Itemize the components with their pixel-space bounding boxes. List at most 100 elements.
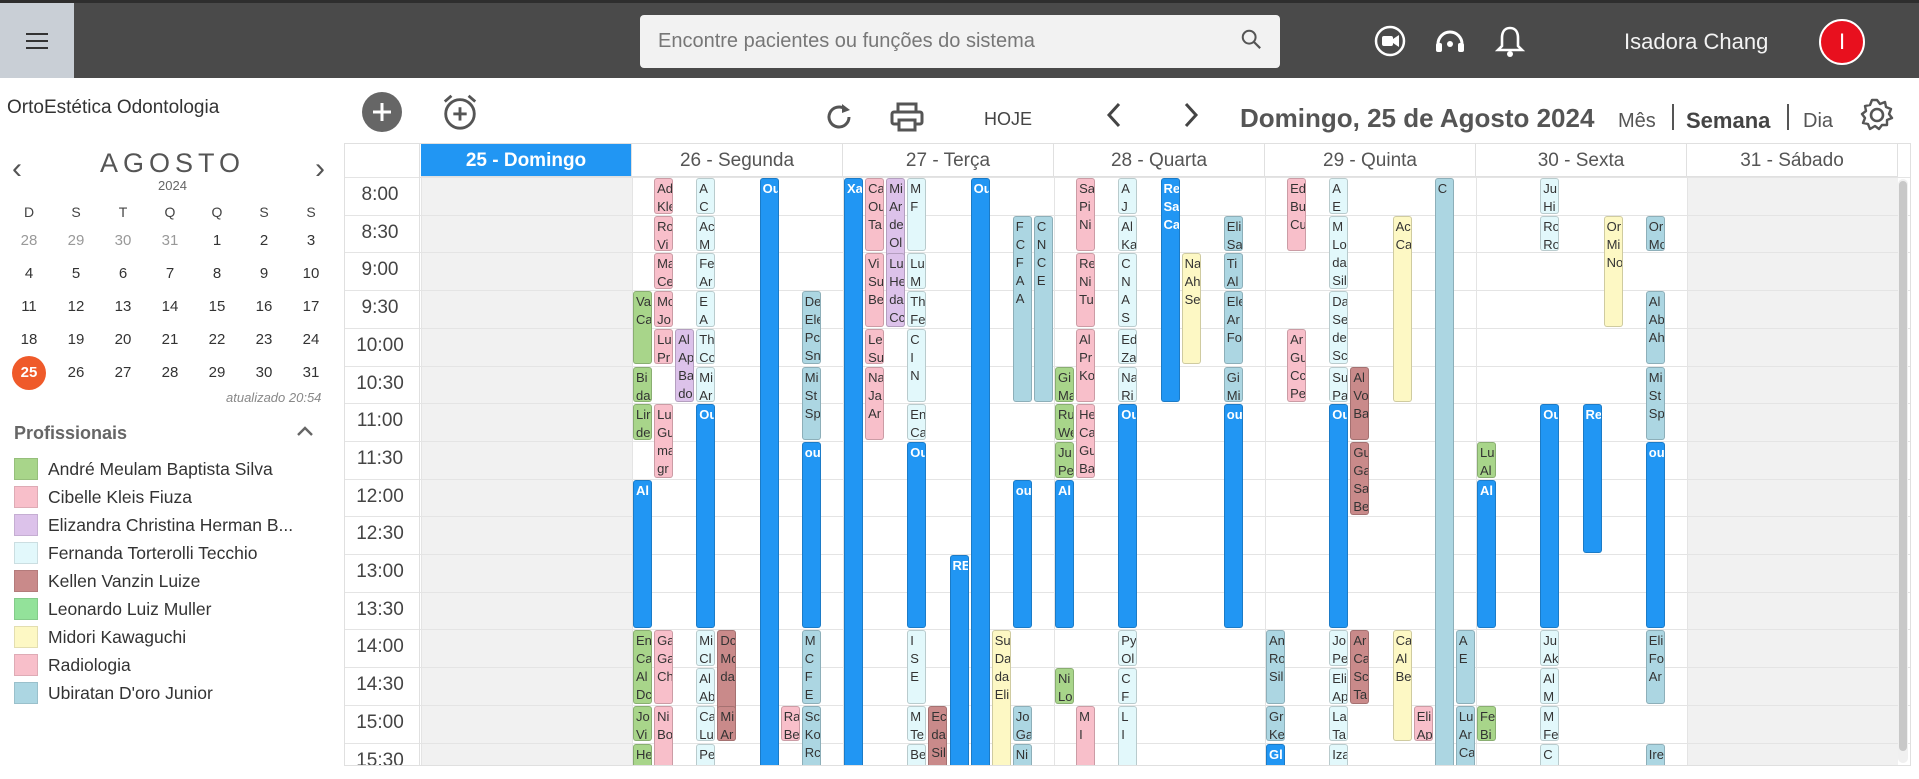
- professional-legend-item[interactable]: Ubiratan D'oro Junior: [14, 682, 322, 704]
- appointment-block[interactable]: RE: [949, 555, 969, 765]
- appointment-block[interactable]: Pe de: [696, 743, 716, 765]
- mini-calendar-day[interactable]: 26: [61, 364, 91, 381]
- appointment-block[interactable]: A E: [1455, 630, 1475, 704]
- appointment-block[interactable]: Fe Bi: [1477, 705, 1497, 742]
- appointment-block[interactable]: Eli Sa: [1223, 215, 1243, 252]
- print-icon[interactable]: [890, 100, 924, 134]
- appointment-block[interactable]: Al Ab: [696, 668, 716, 704]
- appointment-block[interactable]: Ou: [1118, 404, 1138, 629]
- mini-calendar-day[interactable]: 30: [108, 232, 138, 249]
- appointment-block[interactable]: Sa Pi Ni: [1076, 178, 1096, 252]
- professional-legend-item[interactable]: André Meulam Baptista Silva: [14, 458, 322, 480]
- mini-calendar-day[interactable]: 17: [296, 298, 326, 315]
- appointment-block[interactable]: De Ele Pc Sn: [801, 291, 821, 365]
- professional-legend-item[interactable]: Fernanda Torterolli Tecchio: [14, 542, 322, 564]
- appointment-block[interactable]: Gl: [1266, 743, 1286, 765]
- scrollbar-thumb[interactable]: [1899, 181, 1907, 751]
- appointment-block[interactable]: Mi Ar: [717, 705, 737, 742]
- appointment-block[interactable]: F C F A A: [1012, 215, 1032, 403]
- mini-calendar-day[interactable]: 4: [14, 265, 44, 282]
- mini-calendar-day[interactable]: 27: [108, 364, 138, 381]
- appointment-block[interactable]: Ti Al: [1223, 253, 1243, 290]
- appointment-block[interactable]: Su Da da Eli: [991, 630, 1011, 765]
- appointment-block[interactable]: Al: [1477, 479, 1497, 629]
- appointment-block[interactable]: Ou: [696, 404, 716, 629]
- appointment-block[interactable]: En Ca: [907, 404, 927, 440]
- appointment-block[interactable]: Lu Gu ma gr: [654, 404, 674, 478]
- next-week-button[interactable]: [1181, 100, 1201, 138]
- mini-calendar-day[interactable]: 25: [12, 356, 46, 390]
- appointment-block[interactable]: Iza Ni: [1329, 743, 1349, 765]
- appointment-block[interactable]: Jo Ga: [1012, 705, 1032, 742]
- professional-legend-item[interactable]: Kellen Vanzin Luize: [14, 570, 322, 592]
- alarm-add-icon[interactable]: [440, 92, 480, 132]
- day-header[interactable]: 25 - Domingo: [421, 144, 632, 177]
- appointment-block[interactable]: Ro Vi: [654, 215, 674, 252]
- appointment-block[interactable]: Al Vo Ba: [1350, 366, 1370, 440]
- appointment-block[interactable]: A J: [1118, 178, 1138, 214]
- appointment-block[interactable]: A E: [1329, 178, 1349, 214]
- search-icon[interactable]: [1240, 28, 1262, 55]
- appointment-block[interactable]: Xa: [844, 178, 864, 765]
- appointment-block[interactable]: Ni Le: [1012, 743, 1032, 765]
- day-header[interactable]: 29 - Quinta: [1265, 144, 1476, 177]
- professional-legend-item[interactable]: Leonardo Luiz Muller: [14, 598, 322, 620]
- calendar-scrollbar[interactable]: [1898, 179, 1908, 763]
- appointment-block[interactable]: Ac Ca: [1392, 215, 1412, 403]
- menu-button[interactable]: [0, 3, 74, 78]
- appointment-block[interactable]: L I: [1118, 705, 1138, 765]
- appointment-block[interactable]: M Fe: [1540, 705, 1560, 742]
- appointment-block[interactable]: Ire Ca: [1645, 743, 1665, 765]
- appointment-block[interactable]: Lir de: [633, 404, 653, 440]
- appointment-block[interactable]: Na Ri: [1118, 366, 1138, 403]
- professional-legend-item[interactable]: Cibelle Kleis Fiuza: [14, 486, 322, 508]
- appointment-block[interactable]: Gr Ke: [1266, 705, 1286, 742]
- mini-calendar-day[interactable]: 29: [202, 364, 232, 381]
- mini-calendar-day[interactable]: 7: [155, 265, 185, 282]
- appointment-block[interactable]: Le Su: [865, 328, 885, 365]
- appointment-block[interactable]: I S E: [907, 630, 927, 704]
- prev-week-button[interactable]: [1104, 100, 1124, 138]
- view-week-button[interactable]: Semana: [1686, 108, 1770, 134]
- appointment-block[interactable]: M C F E: [801, 630, 821, 704]
- appointment-block[interactable]: Eli Ap: [1329, 668, 1349, 704]
- refresh-icon[interactable]: [822, 100, 856, 134]
- mini-calendar-day[interactable]: 31: [155, 232, 185, 249]
- appointment-block[interactable]: Gu Ga Sa Be: [1350, 441, 1370, 516]
- appointment-block[interactable]: La Ta: [1329, 705, 1349, 742]
- appointment-block[interactable]: Mi Cl: [696, 630, 716, 667]
- appointment-block[interactable]: Al: [1055, 479, 1075, 629]
- next-month-button[interactable]: ›: [315, 152, 325, 186]
- appointment-block[interactable]: ou: [1223, 404, 1243, 629]
- appointment-block[interactable]: Ec da Sil Sa: [928, 705, 948, 765]
- appointment-block[interactable]: Th Co: [696, 328, 716, 365]
- professional-legend-item[interactable]: Midori Kawaguchi: [14, 626, 322, 648]
- appointment-block[interactable]: Ro Ro: [1540, 215, 1560, 252]
- appointment-block[interactable]: Ni Bo: [654, 705, 674, 765]
- appointment-block[interactable]: Ju Pe: [1055, 441, 1075, 478]
- appointment-block[interactable]: Al Pr Ko: [1076, 328, 1096, 403]
- view-day-button[interactable]: Dia: [1803, 110, 1833, 133]
- appointment-block[interactable]: Lu He da Cc: [886, 253, 906, 327]
- appointment-block[interactable]: He St: [633, 743, 653, 765]
- mini-calendar-day[interactable]: 9: [249, 265, 279, 282]
- mini-calendar-day[interactable]: 22: [202, 331, 232, 348]
- appointment-block[interactable]: Ou: [970, 178, 990, 765]
- appointment-block[interactable]: Da Se de Sc: [1329, 291, 1349, 365]
- appointment-block[interactable]: Mi Ar: [696, 366, 716, 403]
- appointment-block[interactable]: Ed Za: [1118, 328, 1138, 365]
- appointment-block[interactable]: Na Ah Se: [1181, 253, 1201, 365]
- view-month-button[interactable]: Mês: [1618, 110, 1656, 133]
- appointment-block[interactable]: Lu Ar Ca: [1455, 705, 1475, 765]
- appointment-block[interactable]: C I N: [907, 328, 927, 403]
- day-header[interactable]: 26 - Segunda: [632, 144, 843, 177]
- mini-calendar-day[interactable]: 23: [249, 331, 279, 348]
- search-input[interactable]: [658, 30, 1240, 53]
- appointment-block[interactable]: M I: [1076, 705, 1096, 765]
- mini-calendar-day[interactable]: 5: [61, 265, 91, 282]
- appointment-block[interactable]: Eli Fo Ar: [1645, 630, 1665, 704]
- appointment-block[interactable]: Re Sa Ca: [1160, 178, 1180, 403]
- mini-calendar-day[interactable]: 28: [14, 232, 44, 249]
- collapse-chevron-icon[interactable]: [296, 424, 314, 442]
- mini-calendar-day[interactable]: 14: [155, 298, 185, 315]
